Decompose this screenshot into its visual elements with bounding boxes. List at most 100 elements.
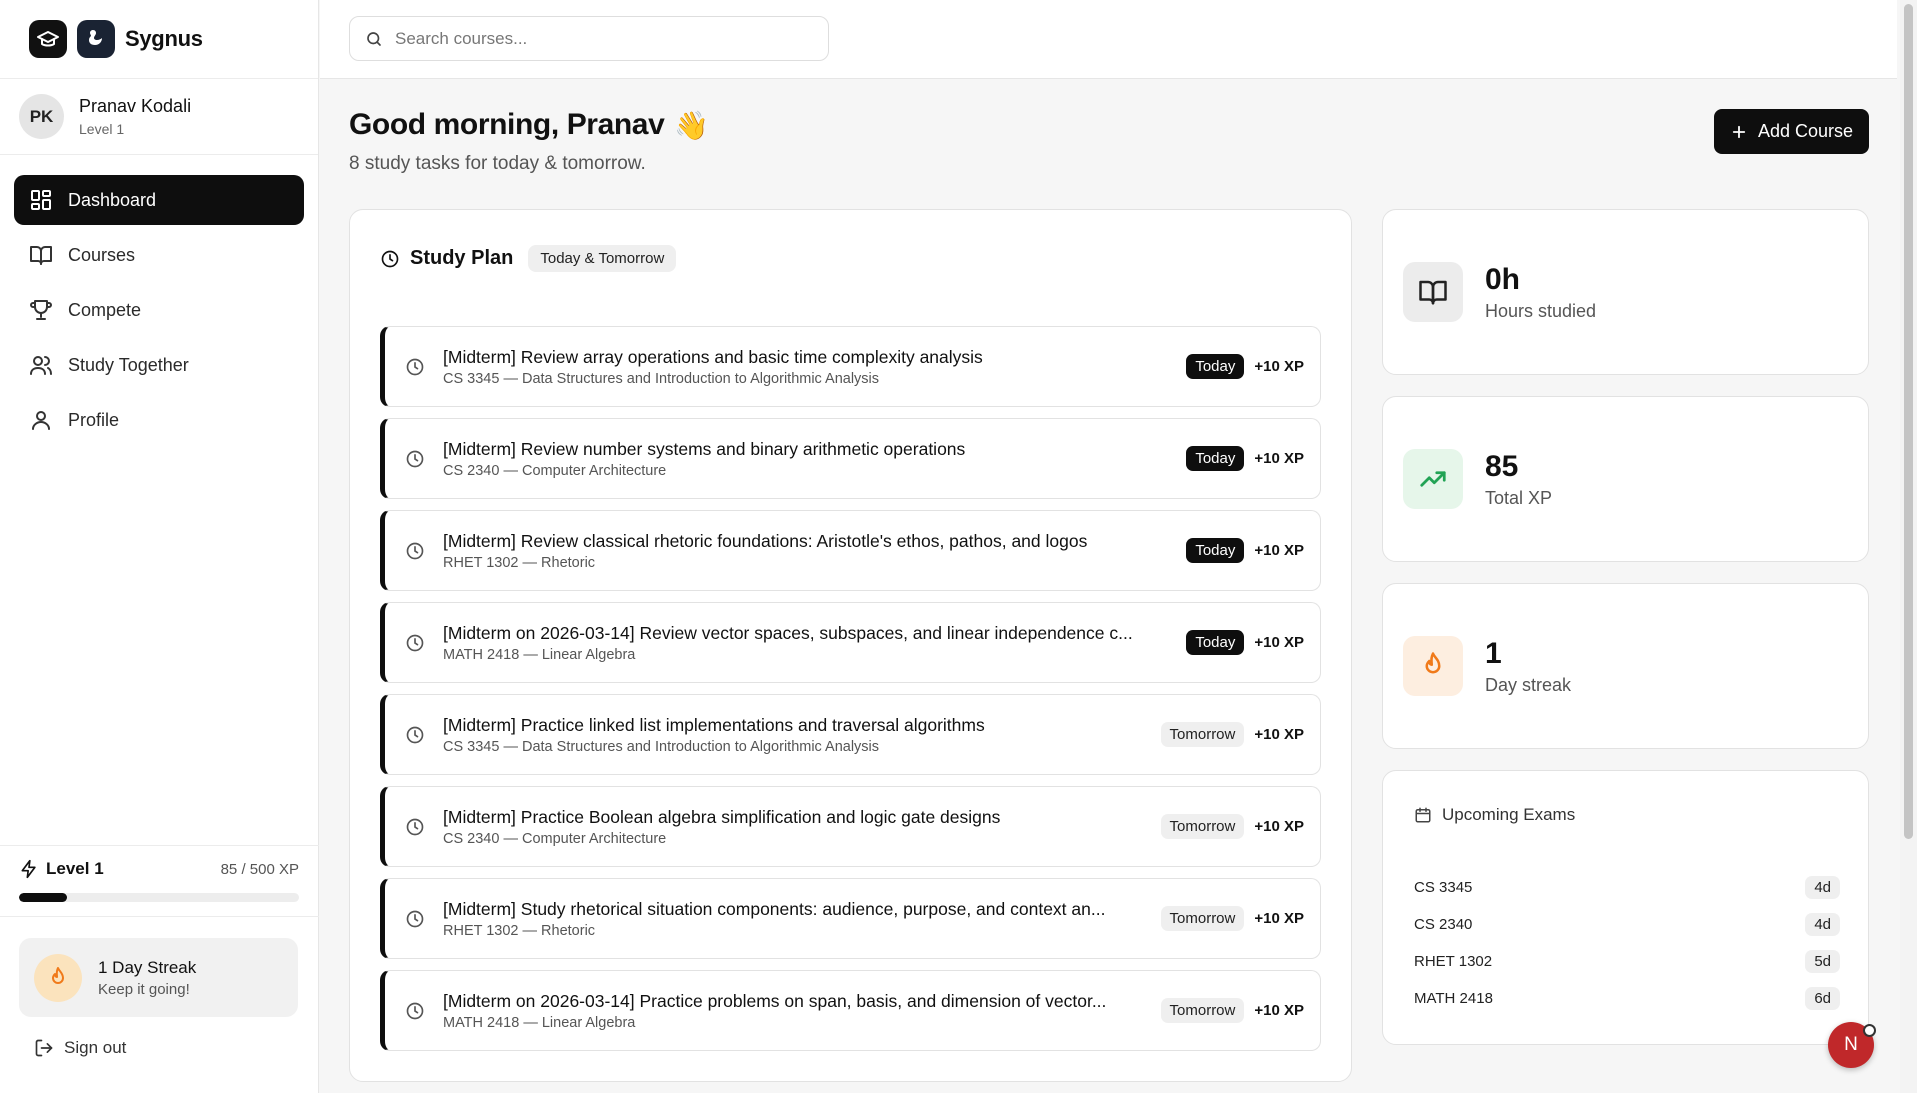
- search-box[interactable]: [349, 16, 829, 61]
- clock-icon: [406, 818, 424, 835]
- user-name: Pranav Kodali: [79, 96, 192, 116]
- study-plan-range-chip: Today & Tomorrow: [528, 245, 677, 272]
- exam-row[interactable]: MATH 2418 6d: [1414, 987, 1840, 1010]
- sidebar-item-dashboard[interactable]: Dashboard: [14, 175, 304, 225]
- sidebar-item-label: Profile: [68, 409, 120, 430]
- trending-up-icon: [1403, 449, 1463, 509]
- user-icon: [32, 411, 50, 430]
- task-day-badge: Today: [1186, 630, 1245, 655]
- exam-days-badge: 6d: [1805, 987, 1840, 1010]
- task-item[interactable]: [Midterm] Review classical rhetoric foun…: [380, 510, 1321, 591]
- study-plan-card: Study Plan Today & Tomorrow [Midterm] Re…: [349, 209, 1352, 1082]
- task-item[interactable]: [Midterm] Study rhetorical situation com…: [380, 878, 1321, 959]
- xp-progress-bar: [19, 893, 299, 902]
- sidebar-item-courses[interactable]: Courses: [14, 230, 304, 280]
- exam-course: MATH 2418: [1414, 990, 1493, 1007]
- study-plan-title: Study Plan: [410, 247, 514, 269]
- avatar: PK: [19, 94, 64, 139]
- scrollbar[interactable]: [1900, 0, 1917, 1093]
- clock-icon: [381, 250, 399, 267]
- book-icon: [30, 246, 52, 265]
- streak-title: 1 Day Streak: [98, 957, 197, 977]
- clock-icon: [406, 542, 424, 559]
- scrollbar-thumb[interactable]: [1904, 4, 1913, 839]
- task-course: RHET 1302 — Rhetoric: [443, 922, 596, 939]
- task-day-badge: Today: [1186, 446, 1245, 471]
- signout-button[interactable]: Sign out: [34, 1038, 126, 1058]
- user-card[interactable]: PK Pranav Kodali Level 1: [0, 79, 318, 155]
- exam-row[interactable]: CS 3345 4d: [1414, 876, 1840, 899]
- task-xp: +10 XP: [1254, 358, 1304, 375]
- task-xp: +10 XP: [1254, 542, 1304, 559]
- dashboard-icon: [31, 190, 51, 210]
- task-title: [Midterm] Review number systems and bina…: [443, 438, 966, 459]
- task-day-badge: Tomorrow: [1160, 814, 1245, 839]
- task-item[interactable]: [Midterm on 2026-03-14] Review vector sp…: [380, 602, 1321, 683]
- task-title: [Midterm] Practice linked list implement…: [443, 714, 985, 735]
- task-day-badge: Today: [1186, 538, 1245, 563]
- stat-value: 0h: [1485, 262, 1521, 296]
- clock-icon: [406, 450, 424, 467]
- users-icon: [30, 356, 52, 375]
- search-input[interactable]: [395, 28, 795, 49]
- xp-progress-fill: [19, 893, 67, 902]
- clock-icon: [406, 910, 424, 927]
- task-title: [Midterm] Study rhetorical situation com…: [443, 898, 1106, 919]
- task-item[interactable]: [Midterm on 2026-03-14] Practice problem…: [380, 970, 1321, 1051]
- task-item[interactable]: [Midterm] Review number systems and bina…: [380, 418, 1321, 499]
- clock-icon: [406, 358, 424, 375]
- task-course: MATH 2418 — Linear Algebra: [443, 1014, 636, 1031]
- task-xp: +10 XP: [1254, 450, 1304, 467]
- task-item[interactable]: [Midterm] Practice linked list implement…: [380, 694, 1321, 775]
- sidebar-item-label: Dashboard: [68, 189, 157, 210]
- exam-row[interactable]: RHET 1302 5d: [1414, 950, 1840, 973]
- task-course: CS 2340 — Computer Architecture: [443, 462, 667, 479]
- notification-dot: [1863, 1024, 1876, 1037]
- task-course: MATH 2418 — Linear Algebra: [443, 646, 636, 663]
- sidebar: Sygnus PK Pranav Kodali Level 1 Dashboar…: [0, 0, 319, 1093]
- page-title: Good morning, Pranav 👋: [349, 108, 709, 142]
- stat-card-streak: 1 Day streak: [1382, 583, 1869, 749]
- task-item[interactable]: [Midterm] Review array operations and ba…: [380, 326, 1321, 407]
- topbar: [320, 0, 1897, 79]
- sidebar-item-label: Courses: [68, 244, 136, 265]
- streak-subtitle: Keep it going!: [98, 980, 190, 998]
- exam-days-badge: 4d: [1805, 913, 1840, 936]
- calendar-icon: [1415, 807, 1431, 823]
- greeting-text: Good morning, Pranav: [349, 108, 665, 141]
- task-course: CS 3345 — Data Structures and Introducti…: [443, 370, 880, 387]
- clock-icon: [406, 1002, 424, 1019]
- sidebar-item-study-together[interactable]: Study Together: [14, 340, 304, 390]
- upcoming-exams-card: Upcoming Exams CS 3345 4d CS 2340 4d RHE…: [1382, 770, 1869, 1045]
- task-day-badge: Tomorrow: [1160, 998, 1245, 1023]
- task-item[interactable]: [Midterm] Practice Boolean algebra simpl…: [380, 786, 1321, 867]
- task-xp: +10 XP: [1254, 634, 1304, 651]
- level-xp: 85 / 500 XP: [220, 860, 299, 878]
- task-day-badge: Tomorrow: [1160, 906, 1245, 931]
- stat-value: 1: [1485, 636, 1502, 670]
- add-course-button[interactable]: Add Course: [1714, 109, 1869, 154]
- book-open-icon: [1403, 262, 1463, 322]
- task-title: [Midterm] Review array operations and ba…: [443, 346, 983, 367]
- swan-logo-icon: [77, 20, 115, 58]
- task-title: [Midterm on 2026-03-14] Practice problem…: [443, 990, 1107, 1011]
- stat-card-hours: 0h Hours studied: [1382, 209, 1869, 375]
- brand-name: Sygnus: [125, 26, 203, 51]
- exam-course: CS 3345: [1414, 879, 1473, 896]
- task-title: [Midterm] Review classical rhetoric foun…: [443, 530, 1088, 551]
- task-xp: +10 XP: [1254, 726, 1304, 743]
- stat-card-xp: 85 Total XP: [1382, 396, 1869, 562]
- plus-icon: [1732, 125, 1746, 138]
- search-icon: [367, 31, 381, 46]
- sidebar-item-label: Compete: [68, 299, 142, 320]
- exam-row[interactable]: CS 2340 4d: [1414, 913, 1840, 936]
- sidebar-item-compete[interactable]: Compete: [14, 285, 304, 335]
- task-xp: +10 XP: [1254, 818, 1304, 835]
- task-day-badge: Today: [1186, 354, 1245, 379]
- brand: Sygnus: [0, 0, 318, 79]
- exam-days-badge: 5d: [1805, 950, 1840, 973]
- sidebar-item-profile[interactable]: Profile: [14, 395, 304, 445]
- upcoming-exams-title: Upcoming Exams: [1442, 805, 1576, 824]
- trophy-icon: [30, 300, 52, 320]
- task-title: [Midterm on 2026-03-14] Review vector sp…: [443, 622, 1133, 643]
